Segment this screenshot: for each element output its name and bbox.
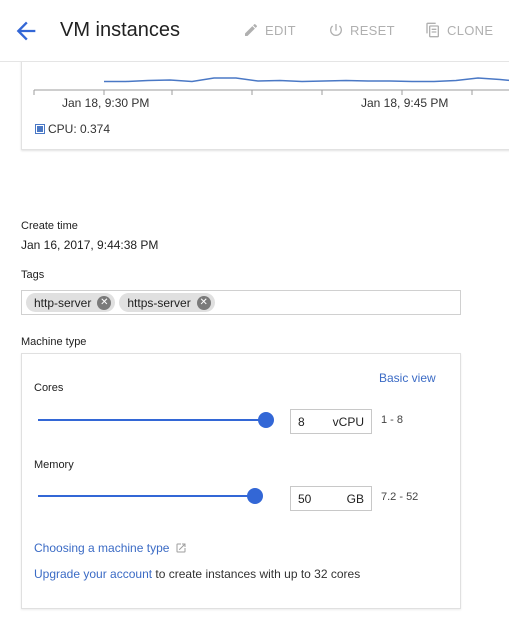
cores-slider-handle[interactable] [258,412,274,428]
create-time-value: Jan 16, 2017, 9:44:38 PM [21,238,159,252]
choose-machine-type-row: Choosing a machine type [34,541,187,555]
upgrade-text: Upgrade your account to create instances… [34,567,360,581]
machine-type-label: Machine type [21,336,87,348]
cores-range: 1 - 8 [381,414,404,426]
chart-legend[interactable]: CPU: 0.374 [35,122,110,136]
external-link-icon[interactable] [175,542,187,554]
upgrade-account-link[interactable]: Upgrade your account [34,567,152,581]
tag-chip[interactable]: http-server ✕ [26,293,116,312]
create-time-label: Create time [21,220,78,232]
reset-button[interactable]: RESET [328,18,395,42]
memory-slider-handle[interactable] [246,488,263,504]
clone-button[interactable]: CLONE [425,18,493,42]
pencil-icon [245,23,258,36]
page-header: VM instances EDIT RESET CLONE [0,0,509,62]
x-tick-label: Jan 18, 9:45 PM [361,96,449,110]
reset-label: RESET [350,22,395,38]
tag-chip-label: http-server [34,295,92,310]
edit-label: EDIT [265,22,296,38]
remove-tag-icon[interactable]: ✕ [196,295,211,310]
edit-button[interactable]: EDIT [243,18,296,42]
legend-label: CPU: 0.374 [48,122,111,136]
cores-input[interactable]: 8 vCPU [290,409,372,434]
page-title: VM instances [60,19,181,41]
arrow-back-icon [16,21,36,41]
tag-chip-label: https-server [127,295,191,310]
cores-slider-track [38,419,266,421]
x-tick-label: Jan 18, 9:30 PM [62,96,150,110]
clone-label: CLONE [447,22,494,38]
cores-label: Cores [34,382,64,394]
memory-range: 7.2 - 52 [381,491,419,503]
tags-label: Tags [21,269,45,281]
memory-value: 50 [298,491,312,506]
memory-slider-track [38,495,255,497]
memory-slider[interactable] [38,486,276,506]
tags-input[interactable]: http-server ✕ https-server ✕ [21,290,461,315]
remove-tag-icon[interactable]: ✕ [97,295,112,310]
choose-machine-type-link[interactable]: Choosing a machine type [34,541,169,555]
memory-unit: GB [346,491,364,506]
memory-label: Memory [34,459,74,471]
back-button[interactable] [12,17,40,45]
memory-input[interactable]: 50 GB [290,486,372,511]
cores-value: 8 [298,414,305,429]
machine-type-card: Basic view Cores 8 vCPU 1 - 8 Memory 50 … [21,353,461,609]
cores-unit: vCPU [332,414,364,429]
upgrade-suffix: to create instances with up to 32 cores [152,567,361,581]
clone-icon [426,22,439,38]
power-icon [330,24,342,36]
tag-chip[interactable]: https-server ✕ [119,293,215,312]
basic-view-link[interactable]: Basic view [379,371,436,385]
legend-swatch[interactable] [35,124,45,134]
cpu-series-line [104,77,509,83]
cores-slider[interactable] [38,410,276,430]
